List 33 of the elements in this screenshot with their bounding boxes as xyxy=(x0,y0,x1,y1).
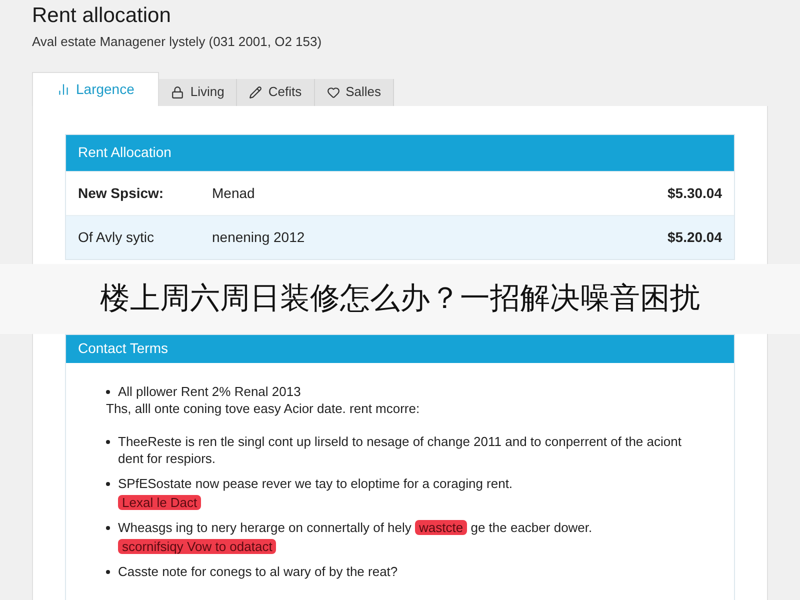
row-amount: $5.20.04 xyxy=(668,228,722,246)
bar-chart-icon xyxy=(57,82,70,96)
heart-icon xyxy=(326,86,340,98)
row-amount: $5.30.04 xyxy=(668,184,722,202)
pencil-icon xyxy=(249,86,262,98)
term-text: ge the eacber dower. xyxy=(470,520,592,534)
tab[interactable]: Living xyxy=(159,78,238,106)
row-label: New Spsicw: xyxy=(78,184,165,203)
term-text: All pllower Rent 2% Renal 2013 xyxy=(118,384,301,398)
lock-icon xyxy=(171,86,184,98)
highlighted-text: Lexal le Dact xyxy=(118,494,202,510)
card-header: Contact Terms xyxy=(66,334,734,362)
term-text: SPfESostate now pease rever we tay to eloptime for a coraging rent. xyxy=(118,476,513,490)
title-banner: 楼上周六周日装修怎么办？一招解决噪音困扰 xyxy=(0,264,800,334)
page-title: Rent allocation xyxy=(32,4,172,28)
term-text: Casste note for conegs to al wary of by the reat? xyxy=(118,564,398,578)
bullet-icon xyxy=(106,440,110,444)
tab[interactable]: Salles xyxy=(314,78,394,106)
term-text: Wheasgs ing to nery herarge on connertally of hely xyxy=(118,520,412,534)
bullet-icon xyxy=(106,570,110,574)
row-label: Of Avly sytic xyxy=(78,228,155,247)
row-value: Menad xyxy=(212,184,256,202)
tab[interactable]: Cefits xyxy=(237,78,315,106)
page-subtitle: Aval estate Managener lystely (031 2001, O2 153) xyxy=(32,33,323,51)
bullet-icon xyxy=(106,390,110,394)
highlighted-text: scornifsiqy Vow to odatact xyxy=(118,538,276,554)
term-text: TheeReste is ren tle singl cont up lirseld to nesage of change 2011 and to conperrent of the aciont dent for respiors. xyxy=(118,434,682,466)
bullet-icon xyxy=(106,482,110,486)
bullet-icon xyxy=(106,526,110,530)
highlighted-text: wastcte xyxy=(415,520,468,534)
card-header: Rent Allocation xyxy=(66,134,734,170)
term-text: Ths, alll onte coning tove easy Acior date. rent mcorre: xyxy=(106,400,420,416)
row-value: nenening 2012 xyxy=(212,228,306,247)
